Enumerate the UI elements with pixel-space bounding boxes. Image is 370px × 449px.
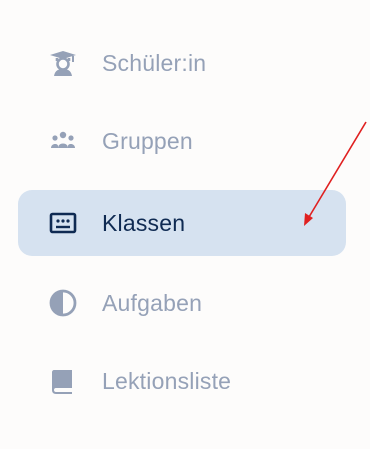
pie-chart-icon <box>48 288 78 318</box>
sidebar-item-lektionsliste[interactable]: Lektionsliste <box>18 348 346 414</box>
sidebar-item-gruppen[interactable]: Gruppen <box>18 108 346 174</box>
sidebar-item-label: Lektionsliste <box>102 367 232 394</box>
group-icon <box>48 126 78 156</box>
sidebar-panel: Schüler:in Gruppen Klassen Aufgaben Lekt… <box>0 0 370 449</box>
sidebar-item-label: Gruppen <box>102 127 193 154</box>
sidebar-item-label: Klassen <box>102 209 186 236</box>
sidebar-item-aufgaben[interactable]: Aufgaben <box>18 270 346 336</box>
sidebar-item-label: Aufgaben <box>102 289 203 316</box>
graduate-icon <box>48 48 78 78</box>
sidebar-item-klassen[interactable]: Klassen <box>18 190 346 256</box>
sidebar-item-label: Schüler:in <box>102 49 207 76</box>
book-icon <box>48 366 78 396</box>
sidebar-item-schueler[interactable]: Schüler:in <box>18 30 346 96</box>
classroom-icon <box>48 208 78 238</box>
